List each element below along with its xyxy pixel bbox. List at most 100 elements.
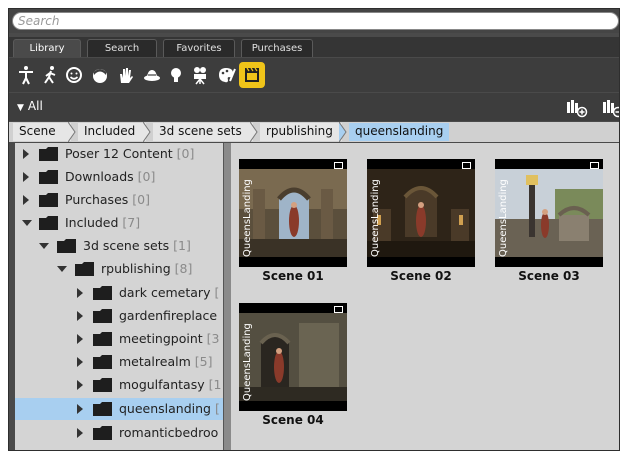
tree-item-count: [ [214,285,220,300]
pose-icon[interactable] [39,63,61,87]
watermark: QueensLanding [370,179,381,257]
figure-icon[interactable] [15,63,37,87]
svg-text:QueensLanding: QueensLanding [370,179,381,257]
tree-item-count: [3 [206,331,220,346]
expand-arrow-icon[interactable] [23,195,29,205]
collapse-arrow-icon[interactable] [57,266,67,272]
hair-icon[interactable] [89,63,111,87]
expand-arrow-icon[interactable] [77,357,83,367]
tree-item-count: [5] [194,354,213,369]
tree-item-downloads[interactable]: Downloads [0] [15,166,223,188]
tree-item-meetingpoint[interactable]: meetingpoint [3 [15,328,223,350]
tree-item-metalrealm[interactable]: metalrealm [5] [15,351,223,373]
scene-caption: Scene 04 [262,413,324,427]
breadcrumb-item-scene[interactable]: Scene [13,123,71,141]
folder-icon [93,378,112,392]
tree-item-mogulfantasy[interactable]: mogulfantasy [1 [15,374,223,396]
scene-thumbnail[interactable]: QueensLanding Scene 01 [239,159,347,283]
tab-purchases[interactable]: Purchases [241,39,313,57]
tree-item-romanticbedroom[interactable]: romanticbedroo [15,422,223,444]
tab-bar: Library Search Favorites Purchases [9,37,619,57]
expand-arrow-icon[interactable] [23,149,29,159]
expand-arrow-icon[interactable] [77,380,83,390]
scene-icon[interactable] [239,62,265,88]
category-toolbar [9,58,619,92]
hand-icon[interactable] [115,63,137,87]
folder-tree: Poser 12 Content [0] Downloads [0] Purch… [15,143,223,450]
tree-item-count: [0] [137,169,156,184]
tree-item-count: [ [214,401,220,416]
tree-item-label: romanticbedroo [119,425,219,440]
folder-icon [93,355,112,369]
search-field[interactable] [12,12,619,30]
tree-item-purchases[interactable]: Purchases [0] [15,189,223,211]
tree-item-count: [7] [122,215,141,230]
breadcrumb-item-included[interactable]: Included [78,123,146,141]
tree-item-label: dark cemetary [119,285,211,300]
open-folder-icon [75,262,94,276]
scene-thumbnail[interactable]: QueensLanding Scene 04 [239,303,347,427]
folder-icon [39,170,58,184]
breadcrumb-item-queenslanding[interactable]: queenslanding [349,123,449,141]
materials-icon[interactable] [215,63,237,87]
breadcrumb: Scene Included 3d scene sets rpublishing… [9,122,619,142]
light-icon[interactable] [165,63,187,87]
scene-caption: Scene 01 [262,269,324,283]
thumbnail-grid: QueensLanding Scene 01 QueensLanding Sce… [231,143,619,450]
tree-item-label: metalrealm [119,354,191,369]
camera-icon[interactable] [189,63,211,87]
open-folder-icon [39,216,58,230]
scene-thumbnail[interactable]: QueensLanding Scene 03 [495,159,603,283]
search-input[interactable] [13,13,618,29]
tab-favorites[interactable]: Favorites [163,39,235,57]
breadcrumb-item-3d-scene-sets[interactable]: 3d scene sets [153,123,253,141]
tree-item-label: rpublishing [101,261,171,276]
tree-item-label: gardenfireplace [119,308,218,323]
tree-item-gardenfireplace[interactable]: gardenfireplace [15,305,223,327]
expand-arrow-icon[interactable] [77,428,83,438]
expand-arrow-icon[interactable] [23,172,29,182]
breadcrumb-item-rpublishing[interactable]: rpublishing [260,123,342,141]
search-bar [9,9,619,33]
tree-item-count: [1] [173,238,191,253]
props-icon[interactable] [141,63,163,87]
collapse-arrow-icon[interactable] [22,220,32,226]
tree-item-label: Poser 12 Content [65,146,173,161]
watermark: QueensLanding [242,179,253,257]
tree-item-rpublishing[interactable]: rpublishing [8] [15,258,223,280]
folder-icon [93,332,112,346]
add-library-icon[interactable] [565,98,589,118]
expand-arrow-icon[interactable] [77,404,83,414]
scene-thumbnail[interactable]: QueensLanding Scene 02 [367,159,475,283]
folder-icon [93,309,112,323]
tree-item-poser-12-content[interactable]: Poser 12 Content [0] [15,143,223,165]
panel-splitter[interactable] [223,143,231,450]
svg-text:QueensLanding: QueensLanding [242,323,253,401]
folder-icon [39,193,58,207]
remove-library-icon[interactable] [601,98,619,118]
tree-item-included[interactable]: Included [7] [15,212,223,234]
library-panel: Library Search Favorites Purchases [8,8,620,451]
watermark: QueensLanding [498,179,509,257]
tab-search[interactable]: Search [87,39,157,57]
expand-arrow-icon[interactable] [77,311,83,321]
breadcrumb-separator-icon [250,122,258,142]
tree-item-queenslanding[interactable]: queenslanding [ [15,398,223,420]
expression-icon[interactable] [63,63,85,87]
filter-all-toggle[interactable]: ▼ All [17,99,43,113]
expand-arrow-icon[interactable] [77,288,83,298]
scene-preview-image: QueensLanding [239,159,347,267]
scene-badge-icon [590,162,599,169]
expand-arrow-icon[interactable] [77,334,83,344]
breadcrumb-separator-icon [68,122,76,142]
tree-item-label: queenslanding [119,401,211,416]
tree-item-dark-cemetary[interactable]: dark cemetary [ [15,282,223,304]
tree-item-label: Included [65,215,119,230]
folder-icon [93,426,112,440]
tree-item-label: meetingpoint [119,331,203,346]
tab-library[interactable]: Library [13,39,81,57]
tree-item-label: 3d scene sets [83,238,170,253]
collapse-arrow-icon[interactable] [39,243,49,249]
scene-preview-image: QueensLanding [367,159,475,267]
tree-item-3d-scene-sets[interactable]: 3d scene sets [1] [15,235,223,257]
